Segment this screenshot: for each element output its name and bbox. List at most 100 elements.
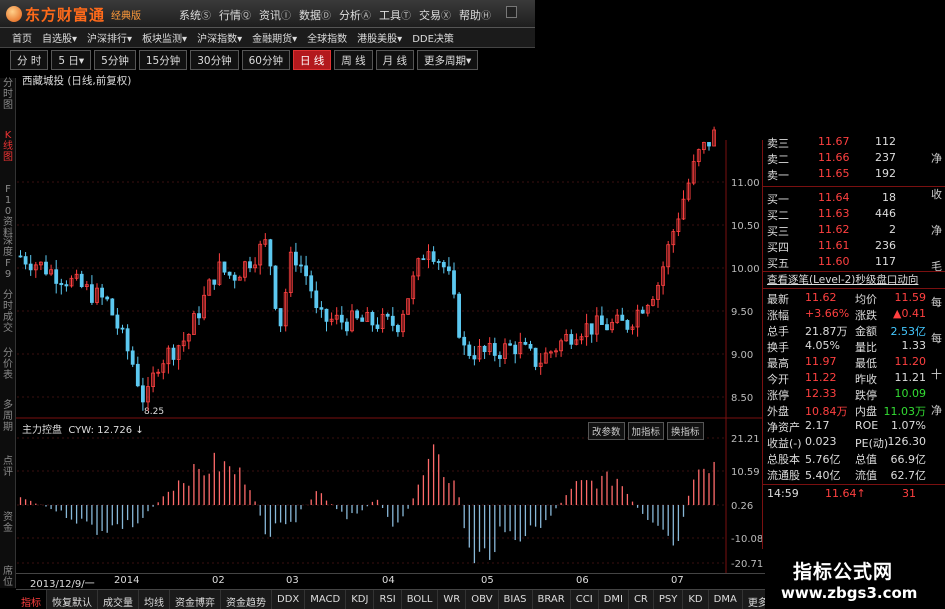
- candle-body: [441, 261, 446, 268]
- tab-20[interactable]: DMA: [709, 590, 743, 609]
- stat-value: 5.76亿: [805, 453, 841, 466]
- indicator-button-0[interactable]: 改参数: [588, 422, 625, 440]
- tab-9[interactable]: RSI: [374, 590, 402, 609]
- period-tab-7[interactable]: 周 线: [334, 50, 373, 70]
- ask-price: 11.66: [818, 151, 850, 164]
- bid-volume: 236: [875, 239, 896, 252]
- period-tab-2[interactable]: 5分钟: [94, 50, 136, 70]
- tab-15[interactable]: CCI: [571, 590, 599, 609]
- left-tab-5[interactable]: 分价表: [2, 348, 14, 381]
- tab-0[interactable]: 指标: [16, 590, 47, 609]
- candle-body: [600, 315, 604, 325]
- bid-price: 11.60: [818, 255, 850, 268]
- menu-0[interactable]: 系统Ⓢ: [176, 7, 214, 23]
- bid-label: 买二: [767, 209, 789, 222]
- nav-item-7[interactable]: 港股美股▾: [357, 30, 402, 45]
- nav-item-8[interactable]: DDE决策: [412, 30, 454, 45]
- left-tab-1[interactable]: K线图: [2, 130, 14, 163]
- menu-label: 交易: [419, 9, 441, 22]
- stat-value: 1.07%: [891, 419, 926, 432]
- price-tick-label: 9.50: [731, 307, 753, 318]
- menu-3[interactable]: 数据Ⓓ: [296, 7, 334, 23]
- tab-18[interactable]: PSY: [654, 590, 684, 609]
- nav-item-0[interactable]: 首页: [12, 30, 32, 45]
- menu-key: Ⓢ: [201, 11, 211, 22]
- tab-1[interactable]: 恢复默认: [47, 590, 98, 609]
- tab-17[interactable]: CR: [629, 590, 654, 609]
- stat-label: 最低: [855, 357, 877, 370]
- tab-12[interactable]: OBV: [466, 590, 499, 609]
- tab-5[interactable]: 资金趋势: [221, 590, 272, 609]
- candle-body: [227, 271, 232, 276]
- period-tab-9[interactable]: 更多周期▾: [416, 50, 479, 70]
- tab-8[interactable]: KDJ: [346, 590, 375, 609]
- period-tab-0[interactable]: 分 时: [10, 50, 49, 70]
- period-tab-1[interactable]: 5 日▾: [51, 50, 92, 70]
- left-tab-0[interactable]: 分时图: [2, 78, 14, 111]
- indicator-button-1[interactable]: 加指标: [627, 422, 665, 440]
- period-tab-8[interactable]: 月 线: [375, 50, 414, 70]
- stat-label: 总股本: [767, 453, 800, 466]
- ask-label: 卖三: [767, 137, 789, 150]
- period-tab-5[interactable]: 60分钟: [241, 50, 290, 70]
- quote-separator: [763, 484, 945, 485]
- left-tab-8[interactable]: 资金: [2, 512, 14, 534]
- bid-label: 买三: [767, 225, 789, 238]
- stat-value: 11.62: [805, 291, 837, 304]
- tab-19[interactable]: KD: [683, 590, 709, 609]
- period-tab-6[interactable]: 日 线: [292, 50, 332, 70]
- date-label: 2014: [114, 575, 140, 586]
- menu-5[interactable]: 工具Ⓣ: [376, 7, 414, 23]
- stat-value: 11.22: [805, 371, 837, 384]
- period-tab-4[interactable]: 30分钟: [190, 50, 239, 70]
- nav-item-3[interactable]: 板块监测▾: [142, 30, 187, 45]
- left-tab-4[interactable]: 分时成交: [2, 290, 14, 334]
- stat-value: 2.53亿: [890, 325, 927, 338]
- quote-row: 今开 11.22 昨收 11.21: [763, 370, 945, 386]
- left-tab-7[interactable]: 点评: [2, 456, 14, 478]
- tab-11[interactable]: WR: [438, 590, 467, 609]
- minimize-button[interactable]: [506, 6, 517, 18]
- nav-item-1[interactable]: 自选股▾: [42, 30, 77, 45]
- tab-3[interactable]: 均线: [139, 590, 170, 609]
- nav-item-4[interactable]: 沪深指数▾: [197, 30, 242, 45]
- stat-label: 总值: [855, 453, 877, 466]
- tab-10[interactable]: BOLL: [402, 590, 439, 609]
- menu-7[interactable]: 帮助Ⓗ: [456, 7, 494, 23]
- left-tab-3[interactable]: 深度F9: [2, 236, 14, 280]
- left-tab-9[interactable]: 席位: [2, 566, 14, 588]
- period-tab-3[interactable]: 15分钟: [138, 50, 188, 70]
- candle-body: [79, 273, 84, 287]
- quote-row: 涨停 12.33 跌停 10.09: [763, 386, 945, 402]
- candle-body: [375, 324, 380, 329]
- indicator-button-2[interactable]: 换指标: [667, 422, 704, 440]
- nav-item-5[interactable]: 金融期货▾: [252, 30, 297, 45]
- menu-6[interactable]: 交易Ⓧ: [416, 7, 454, 23]
- menu-key: Ⓘ: [281, 11, 291, 22]
- tab-13[interactable]: BIAS: [499, 590, 533, 609]
- bid-price: 11.62: [818, 223, 850, 236]
- candle-body: [360, 317, 365, 322]
- tab-4[interactable]: 资金博弈: [170, 590, 221, 609]
- menu-4[interactable]: 分析Ⓐ: [336, 7, 374, 23]
- menu-1[interactable]: 行情Ⓠ: [216, 7, 254, 23]
- tab-6[interactable]: DDX: [272, 590, 306, 609]
- tab-16[interactable]: DMI: [599, 590, 629, 609]
- tab-14[interactable]: BRAR: [533, 590, 571, 609]
- candle-body: [370, 311, 375, 326]
- left-tab-2[interactable]: F10资料: [2, 184, 14, 239]
- tab-2[interactable]: 成交量: [98, 590, 139, 609]
- left-tab-6[interactable]: 多周期: [2, 400, 14, 433]
- stat-label: 涨停: [767, 389, 789, 402]
- nav-item-6[interactable]: 全球指数: [307, 30, 347, 45]
- menu-2[interactable]: 资讯Ⓘ: [256, 7, 294, 23]
- stat-label: 今开: [767, 373, 789, 386]
- stat-value: 12.33: [805, 387, 837, 400]
- level2-link[interactable]: 查看逐笔(Level-2)秒级盘口动向: [763, 272, 945, 288]
- price-tick-label: 10.00: [731, 264, 760, 275]
- nav-item-2[interactable]: 沪深排行▾: [87, 30, 132, 45]
- tab-7[interactable]: MACD: [305, 590, 347, 609]
- stat-label: ROE: [855, 419, 879, 432]
- stat-value: 0.023: [805, 435, 837, 448]
- candle-body: [589, 323, 594, 335]
